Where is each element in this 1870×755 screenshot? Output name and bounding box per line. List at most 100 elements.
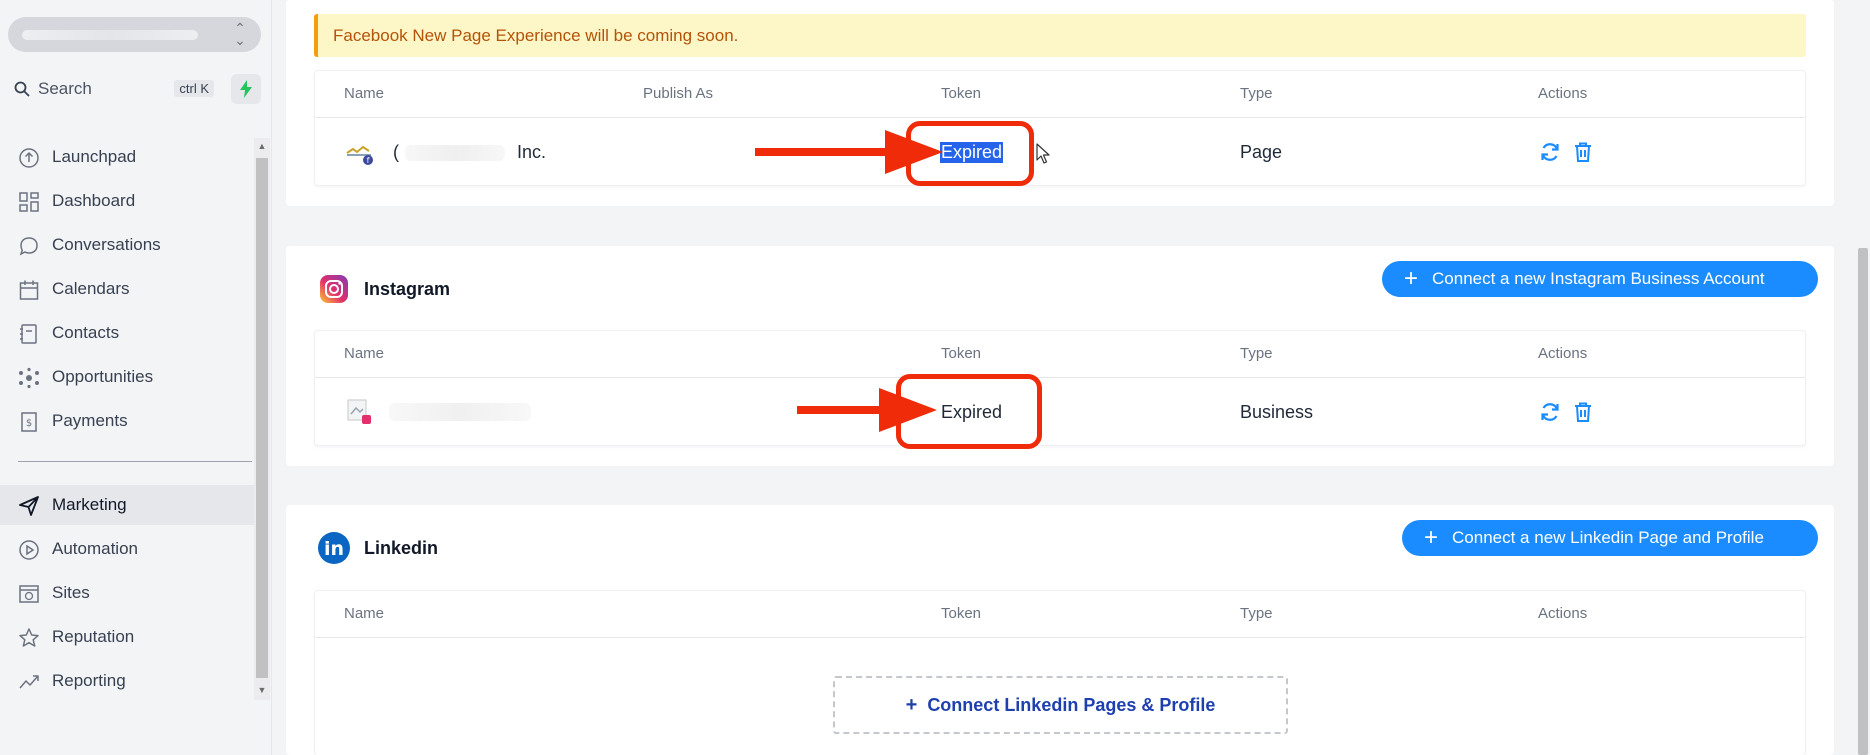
account-switcher[interactable]: ⌃ ⌄ — [8, 17, 261, 52]
account-type: Business — [1240, 402, 1314, 422]
nav-reporting[interactable]: Reporting — [0, 661, 255, 701]
nav-payments[interactable]: $ Payments — [0, 401, 255, 441]
launchpad-icon — [19, 148, 39, 168]
instagram-table: Name Token Type Actions Expired Business — [314, 330, 1806, 446]
header-divider — [315, 377, 1805, 378]
header-divider — [315, 117, 1805, 118]
header-actions: Actions — [1538, 345, 1588, 362]
nav-reputation[interactable]: Reputation — [0, 617, 255, 657]
nav-label: Reputation — [52, 627, 135, 646]
nav-label: Launchpad — [52, 147, 137, 166]
connect-linkedin-button[interactable]: + Connect a new Linkedin Page and Profil… — [1402, 520, 1818, 556]
scrollbar-thumb[interactable] — [256, 158, 268, 678]
search-icon — [14, 81, 30, 97]
nav-label: Conversations — [52, 235, 161, 254]
plus-icon: + — [905, 693, 918, 716]
nav-divider — [18, 461, 252, 462]
svg-text:in: in — [324, 538, 344, 560]
page-name-redacted — [405, 145, 505, 161]
annotation-arrow-icon — [797, 388, 937, 432]
nav-launchpad[interactable]: Launchpad — [0, 137, 255, 177]
account-name-redacted — [22, 30, 198, 40]
nav-automation[interactable]: Automation — [0, 529, 255, 569]
scroll-down-icon[interactable]: ▼ — [257, 685, 267, 695]
header-publish-as: Publish As — [643, 85, 714, 102]
nav-label: Marketing — [52, 495, 127, 514]
sidebar-scrollbar[interactable]: ▲ ▼ — [254, 138, 270, 700]
send-icon — [19, 496, 39, 516]
nav-label: Opportunities — [52, 367, 154, 386]
nav-label: Automation — [52, 539, 138, 558]
header-actions: Actions — [1538, 605, 1588, 622]
facebook-notice: Facebook New Page Experience will be com… — [314, 14, 1806, 57]
plus-icon: + — [1404, 265, 1419, 292]
header-type: Type — [1240, 85, 1273, 102]
instagram-title: Instagram — [364, 279, 451, 299]
calendar-icon — [19, 280, 39, 300]
search-bar[interactable]: Search ctrl K — [8, 72, 218, 106]
connect-linkedin-label: Connect a new Linkedin Page and Profile — [1452, 528, 1764, 547]
nav-contacts[interactable]: Contacts — [0, 313, 255, 353]
trash-icon[interactable] — [1572, 141, 1594, 163]
contacts-icon — [20, 324, 37, 344]
nav-sites[interactable]: Sites — [0, 573, 255, 613]
quick-actions-button[interactable] — [231, 74, 261, 104]
header-name: Name — [344, 85, 385, 102]
nav-opportunities[interactable]: Opportunities — [0, 357, 255, 397]
lightning-icon — [240, 80, 252, 98]
search-label: Search — [38, 79, 92, 98]
trash-icon[interactable] — [1572, 401, 1594, 423]
header-token: Token — [941, 605, 982, 622]
header-divider — [315, 637, 1805, 638]
scrollbar-thumb[interactable] — [1858, 248, 1868, 755]
scroll-up-icon[interactable]: ▲ — [257, 141, 267, 151]
nav-calendars[interactable]: Calendars — [0, 269, 255, 309]
page-type: Page — [1240, 142, 1283, 162]
payments-icon: $ — [21, 412, 37, 432]
page-name-end: Inc. — [517, 142, 547, 162]
nav-label: Reporting — [52, 671, 126, 690]
nav-label: Contacts — [52, 323, 120, 342]
linkedin-title: Linkedin — [364, 538, 439, 558]
header-token: Token — [941, 345, 982, 362]
plus-icon: + — [1424, 524, 1439, 551]
connect-instagram-label: Connect a new Instagram Business Account — [1432, 269, 1765, 288]
header-token: Token — [941, 85, 982, 102]
nav-marketing[interactable]: Marketing — [0, 485, 255, 525]
refresh-icon[interactable] — [1539, 401, 1561, 423]
opportunities-icon — [19, 367, 39, 389]
main-scrollbar[interactable] — [1855, 0, 1870, 755]
connect-linkedin-pages-button[interactable]: + Connect Linkedin Pages & Profile — [833, 676, 1288, 734]
account-name-redacted — [389, 403, 531, 421]
linkedin-logo-icon: in — [318, 532, 350, 564]
nav-label: Sites — [52, 583, 90, 602]
connect-instagram-button[interactable]: + Connect a new Instagram Business Accou… — [1382, 261, 1818, 297]
nav-dashboard[interactable]: Dashboard — [0, 181, 255, 221]
nav-label: Calendars — [52, 279, 130, 298]
automation-icon — [19, 540, 39, 560]
chat-bubble-icon — [19, 237, 38, 256]
connect-linkedin-pages-label: Connect Linkedin Pages & Profile — [927, 694, 1216, 715]
chevron-updown-icon: ⌃ ⌄ — [234, 20, 246, 48]
header-name: Name — [344, 345, 385, 362]
search-shortcut: ctrl K — [174, 80, 214, 97]
header-type: Type — [1240, 605, 1273, 622]
mouse-cursor-icon — [1036, 143, 1050, 164]
header-name: Name — [344, 605, 385, 622]
page-avatar-icon: f — [346, 145, 373, 165]
sidebar: ⌃ ⌄ Search ctrl K Launchpad Dashboard Con… — [0, 0, 272, 755]
nav-label: Payments — [52, 411, 128, 430]
sites-icon — [19, 585, 39, 603]
dashboard-icon — [19, 192, 39, 212]
instagram-logo-icon — [320, 275, 348, 303]
page-name-start: ( — [393, 142, 399, 162]
svg-text:f: f — [367, 156, 370, 165]
header-type: Type — [1240, 345, 1273, 362]
trend-icon — [19, 675, 39, 689]
star-icon — [19, 628, 39, 647]
svg-text:$: $ — [26, 418, 32, 429]
annotation-arrow-icon — [755, 130, 943, 174]
nav-conversations[interactable]: Conversations — [0, 225, 255, 265]
header-actions: Actions — [1538, 85, 1588, 102]
refresh-icon[interactable] — [1539, 141, 1561, 163]
